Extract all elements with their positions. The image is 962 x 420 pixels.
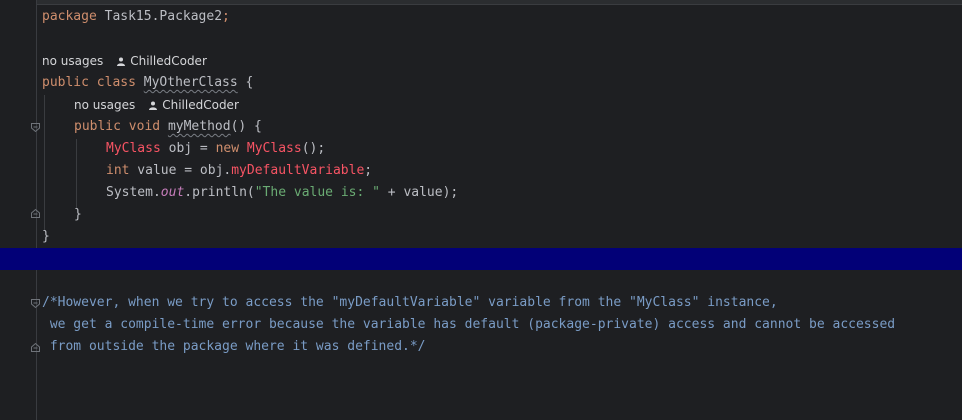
editor-top-border xyxy=(0,0,962,5)
method-name: myMethod xyxy=(167,119,231,134)
fold-marker-icon[interactable] xyxy=(30,298,41,309)
comment-line[interactable]: from outside the package where it was de… xyxy=(42,336,426,358)
keyword-new: new xyxy=(215,141,240,156)
keyword-void: void xyxy=(128,119,161,134)
statement-end: ; xyxy=(364,163,373,178)
field-access-error: myDefaultVariable xyxy=(231,163,365,178)
code-line-obj[interactable]: MyClass obj = new MyClass(); xyxy=(106,138,325,160)
current-line-highlight[interactable] xyxy=(0,248,962,270)
class-name: MyOtherClass xyxy=(143,75,238,90)
indent-guide-class xyxy=(44,95,45,231)
semicolon: ; xyxy=(222,9,230,24)
code-editor[interactable]: package Task15.Package2; no usages Chille… xyxy=(0,0,962,420)
code-line-class-decl[interactable]: public class MyOtherClass { xyxy=(42,72,253,94)
static-field-out: out xyxy=(160,185,185,200)
keyword-public: public xyxy=(74,119,121,134)
code-line-close-method[interactable]: } xyxy=(74,204,82,226)
keyword-package: package xyxy=(42,9,97,24)
usages-hint[interactable]: no usages xyxy=(74,98,135,112)
method-inlay-hint[interactable]: no usages ChilledCoder xyxy=(74,94,239,116)
var-decl: value = obj. xyxy=(129,163,232,178)
keyword-public: public xyxy=(42,75,89,90)
ctor-myclass: MyClass xyxy=(239,141,302,156)
package-name: Task15.Package2 xyxy=(96,9,223,24)
user-icon xyxy=(117,57,126,66)
comment-line[interactable]: /*However, when we try to access the "my… xyxy=(42,292,778,314)
var-decl: obj = xyxy=(160,141,216,156)
println-call: .println( xyxy=(184,185,255,200)
indent-guide-method xyxy=(76,139,77,209)
close-brace: } xyxy=(42,229,50,244)
system-ref: System. xyxy=(106,185,161,200)
type-myclass: MyClass xyxy=(106,141,161,156)
class-inlay-hint[interactable]: no usages ChilledCoder xyxy=(42,50,207,72)
statement-end: + value); xyxy=(379,185,459,200)
close-brace: } xyxy=(74,207,82,222)
author-hint[interactable]: ChilledCoder xyxy=(130,54,207,68)
comment-line[interactable]: we get a compile-time error because the … xyxy=(42,314,895,336)
statement-end: (); xyxy=(301,141,326,156)
user-icon xyxy=(149,101,158,110)
fold-marker-icon[interactable] xyxy=(30,122,41,133)
fold-marker-icon[interactable] xyxy=(30,342,41,353)
method-signature-rest: () { xyxy=(230,119,262,134)
author-hint[interactable]: ChilledCoder xyxy=(162,98,239,112)
keyword-int: int xyxy=(106,163,130,178)
code-line-package[interactable]: package Task15.Package2; xyxy=(42,6,230,28)
code-line-value[interactable]: int value = obj.myDefaultVariable; xyxy=(106,160,372,182)
string-literal: "The value is: " xyxy=(254,185,380,200)
fold-marker-icon[interactable] xyxy=(30,208,41,219)
code-line-method-decl[interactable]: public void myMethod() { xyxy=(74,116,262,138)
open-brace: { xyxy=(237,75,254,90)
code-line-println[interactable]: System.out.println("The value is: " + va… xyxy=(106,182,458,204)
keyword-class: class xyxy=(96,75,136,90)
usages-hint[interactable]: no usages xyxy=(42,54,103,68)
code-line-close-class[interactable]: } xyxy=(42,226,50,248)
